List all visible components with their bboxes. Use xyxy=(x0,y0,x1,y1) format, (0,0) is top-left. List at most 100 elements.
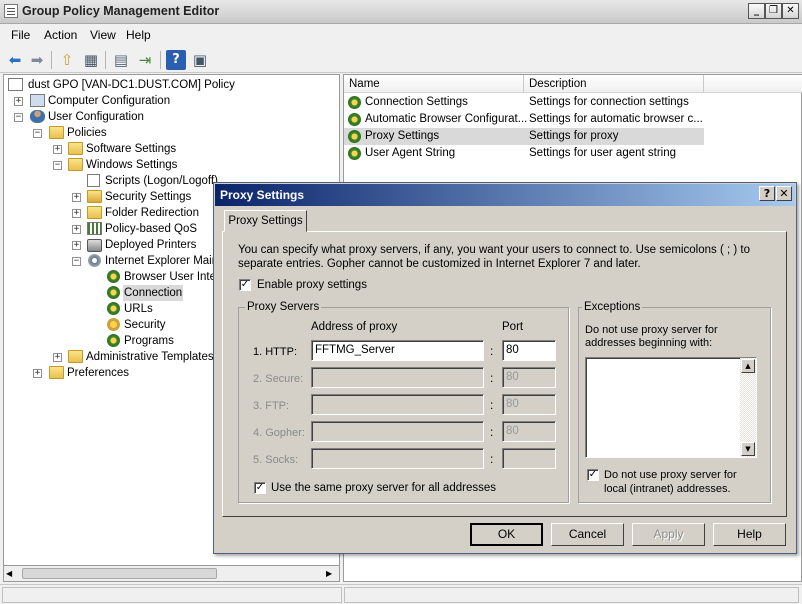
expand-icon[interactable]: + xyxy=(72,209,81,218)
scroll-left-icon[interactable]: ◀ xyxy=(6,569,12,578)
status-cell xyxy=(344,587,799,603)
secure-address-field[interactable] xyxy=(311,367,484,388)
tree-item-label: Policies xyxy=(67,127,107,139)
ftp-port-field[interactable]: 80 xyxy=(502,394,556,415)
tree-item-label: URLs xyxy=(124,303,153,315)
intro-text-line1: You can specify what proxy servers, if a… xyxy=(238,244,750,256)
collapse-icon[interactable]: − xyxy=(14,113,23,122)
bar-chart-icon xyxy=(87,222,102,235)
tree-item-label: Policy-based QoS xyxy=(105,223,198,235)
menu-file[interactable]: File xyxy=(11,28,30,42)
expand-icon[interactable]: + xyxy=(14,97,23,106)
help-icon[interactable]: ? xyxy=(166,50,186,70)
forward-arrow-icon[interactable]: ➡ xyxy=(27,50,47,70)
list-item-automatic-browser-configuration[interactable]: Automatic Browser Configurat... Settings… xyxy=(344,111,704,128)
properties-icon[interactable]: ▤ xyxy=(111,50,131,70)
tree-item-label: Browser User Inter xyxy=(124,271,220,283)
menu-bar: File Action View Help xyxy=(0,25,802,45)
dialog-help-button[interactable]: ? xyxy=(759,186,775,201)
status-bar xyxy=(0,584,802,604)
close-button[interactable]: ✕ xyxy=(782,3,799,19)
back-arrow-icon[interactable]: ⬅ xyxy=(5,50,25,70)
socks-address-field[interactable] xyxy=(311,448,484,469)
socks-label: 5. Socks: xyxy=(253,454,299,466)
enable-proxy-checkbox[interactable]: ✓ xyxy=(239,279,251,291)
exceptions-textarea[interactable]: ▲ ▼ xyxy=(585,357,757,458)
bypass-local-label-line2[interactable]: local (intranet) addresses. xyxy=(604,483,731,495)
socks-port-field[interactable] xyxy=(502,448,556,469)
horizontal-scrollbar[interactable]: ◀ ▶ xyxy=(3,565,340,582)
list-item-user-agent-string[interactable]: User Agent String Settings for user agen… xyxy=(344,145,704,162)
exceptions-group-label: Exceptions xyxy=(582,301,643,313)
ftp-address-field[interactable] xyxy=(311,394,484,415)
list-item-connection-settings[interactable]: Connection Settings Settings for connect… xyxy=(344,94,704,111)
http-address-field[interactable]: FFTMG_Server xyxy=(311,340,484,361)
secure-port-field[interactable]: 80 xyxy=(502,367,556,388)
expand-icon[interactable]: + xyxy=(72,225,81,234)
ie-settings-icon xyxy=(107,302,120,315)
bypass-local-label-line1[interactable]: Do not use proxy server for xyxy=(604,469,737,481)
column-header-description[interactable]: Description xyxy=(524,75,704,93)
vertical-scrollbar[interactable]: ▲ ▼ xyxy=(740,358,756,457)
tree-item-label: Preferences xyxy=(67,367,130,379)
colon-separator: : xyxy=(490,425,494,439)
column-header-name[interactable]: Name xyxy=(344,75,524,93)
expand-icon[interactable]: + xyxy=(33,369,42,378)
exceptions-text-line1: Do not use proxy server for xyxy=(585,324,718,336)
list-item-description: Settings for user agent string xyxy=(529,147,677,159)
tab-proxy-settings[interactable]: Proxy Settings xyxy=(224,210,307,232)
cancel-button[interactable]: Cancel xyxy=(551,523,624,546)
show-hide-tree-icon[interactable]: ▦ xyxy=(81,50,101,70)
same-proxy-label[interactable]: Use the same proxy server for all addres… xyxy=(271,482,496,494)
expand-icon[interactable]: + xyxy=(72,241,81,250)
help-button[interactable]: Help xyxy=(713,523,786,546)
up-folder-icon[interactable]: ⇧ xyxy=(57,50,77,70)
gopher-address-field[interactable] xyxy=(311,421,484,442)
dialog-title-bar[interactable]: Proxy Settings xyxy=(215,184,795,206)
list-item-name: User Agent String xyxy=(365,147,456,159)
title-bar: Group Policy Management Editor _ ❐ ✕ xyxy=(0,0,802,24)
minimize-button[interactable]: _ xyxy=(748,3,765,19)
tree-item-label: Folder Redirection xyxy=(105,207,199,219)
list-item-proxy-settings[interactable]: Proxy Settings Settings for proxy xyxy=(344,128,704,145)
restore-button[interactable]: ❐ xyxy=(765,3,782,19)
expand-icon[interactable]: + xyxy=(53,353,62,362)
tree-item-label: Connection xyxy=(123,285,184,301)
collapse-icon[interactable]: − xyxy=(53,161,62,170)
proxy-settings-dialog: Proxy Settings ? ✕ Proxy Settings You ca… xyxy=(213,182,797,554)
export-list-icon[interactable]: ⇥ xyxy=(135,50,155,70)
folder-icon xyxy=(49,126,64,139)
menu-view[interactable]: View xyxy=(90,28,116,42)
menu-action[interactable]: Action xyxy=(44,28,77,42)
colon-separator: : xyxy=(490,344,494,358)
list-item-name: Connection Settings xyxy=(365,96,468,108)
ok-button[interactable]: OK xyxy=(470,523,543,546)
gopher-port-field[interactable]: 80 xyxy=(502,421,556,442)
ie-settings-icon xyxy=(348,113,361,126)
apply-button[interactable]: Apply xyxy=(632,523,705,546)
same-proxy-checkbox[interactable]: ✓ xyxy=(254,482,266,494)
scroll-down-icon[interactable]: ▼ xyxy=(741,442,755,456)
expand-icon[interactable]: + xyxy=(53,145,62,154)
user-icon xyxy=(30,110,45,123)
exceptions-text-line2: addresses beginning with: xyxy=(585,337,713,349)
enable-proxy-label[interactable]: Enable proxy settings xyxy=(257,279,367,291)
expand-icon[interactable]: + xyxy=(72,193,81,202)
collapse-icon[interactable]: − xyxy=(72,257,81,266)
scroll-right-icon[interactable]: ▶ xyxy=(326,569,332,578)
ie-settings-icon xyxy=(348,130,361,143)
scroll-up-icon[interactable]: ▲ xyxy=(741,359,755,373)
proxy-servers-group-label: Proxy Servers xyxy=(245,301,322,313)
tree-item-label: Administrative Templates: I xyxy=(86,351,224,363)
app-icon xyxy=(4,4,18,18)
dialog-close-button[interactable]: ✕ xyxy=(776,186,792,201)
scroll-thumb[interactable] xyxy=(22,568,217,579)
tree-item-label: User Configuration xyxy=(48,111,144,123)
toolbar-separator xyxy=(160,51,161,69)
bypass-local-checkbox[interactable]: ✓ xyxy=(587,469,599,481)
http-port-field[interactable]: 80 xyxy=(502,340,556,361)
printer-icon xyxy=(87,239,102,252)
action-pane-icon[interactable]: ▣ xyxy=(190,50,210,70)
menu-help[interactable]: Help xyxy=(126,28,151,42)
collapse-icon[interactable]: − xyxy=(33,129,42,138)
